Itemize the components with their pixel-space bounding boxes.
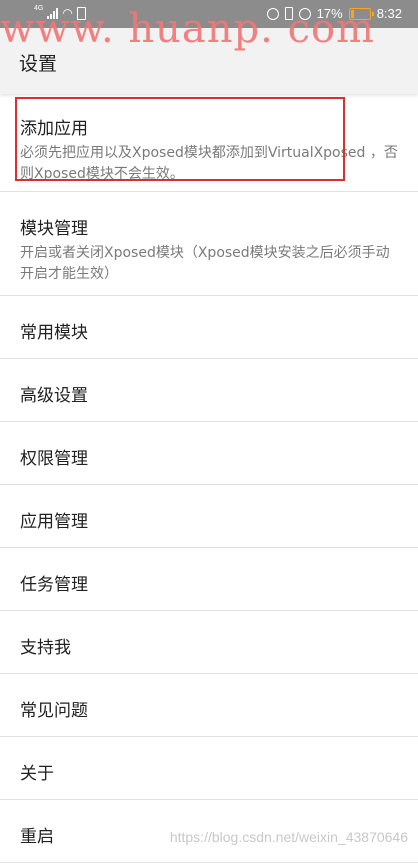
status-bar: 4G ◠ 17% 8:32 bbox=[0, 0, 418, 28]
setting-about[interactable]: 关于 bbox=[0, 737, 418, 800]
alarm-icon bbox=[266, 7, 279, 20]
setting-title: 模块管理 bbox=[20, 219, 88, 239]
wifi-icon: ◠ bbox=[62, 6, 73, 20]
setting-faq[interactable]: 常见问题 bbox=[0, 674, 418, 737]
status-right: 17% 8:32 bbox=[266, 6, 402, 21]
setting-label: 重启 bbox=[20, 827, 54, 847]
signal-icon bbox=[47, 7, 59, 19]
credit-watermark: https://blog.csdn.net/weixin_43870646 bbox=[169, 829, 408, 845]
clock: 8:32 bbox=[376, 6, 402, 21]
page-title: 设置 bbox=[19, 53, 58, 75]
setting-add-app[interactable]: 添加应用 必须先把应用以及Xposed模块都添加到VirtualXposed ，… bbox=[0, 96, 418, 192]
battery-percent: 17% bbox=[316, 6, 343, 21]
setting-description: 必须先把应用以及Xposed模块都添加到VirtualXposed ，否则Xpo… bbox=[20, 145, 398, 182]
setting-task-manage[interactable]: 任务管理 bbox=[0, 548, 418, 611]
setting-label: 支持我 bbox=[20, 638, 71, 658]
setting-label: 应用管理 bbox=[20, 512, 88, 532]
settings-list: 添加应用 必须先把应用以及Xposed模块都添加到VirtualXposed ，… bbox=[0, 96, 418, 863]
setting-module-manage[interactable]: 模块管理 开启或者关闭Xposed模块（Xposed模块安装之后必须手动开启才能… bbox=[0, 192, 418, 296]
setting-support[interactable]: 支持我 bbox=[0, 611, 418, 674]
setting-label: 关于 bbox=[20, 764, 54, 784]
setting-label: 高级设置 bbox=[20, 386, 88, 406]
status-left: 4G ◠ bbox=[34, 4, 86, 20]
vibrate-icon bbox=[284, 7, 293, 20]
setting-advanced[interactable]: 高级设置 bbox=[0, 359, 418, 422]
setting-title: 添加应用 bbox=[20, 119, 88, 139]
rotation-icon bbox=[298, 7, 311, 20]
setting-app-manage[interactable]: 应用管理 bbox=[0, 485, 418, 548]
setting-description: 开启或者关闭Xposed模块（Xposed模块安装之后必须手动开启才能生效） bbox=[20, 245, 390, 282]
setting-label: 常用模块 bbox=[20, 323, 88, 343]
sim-icon bbox=[76, 6, 86, 20]
battery-icon bbox=[348, 7, 374, 20]
setting-common-modules[interactable]: 常用模块 bbox=[0, 296, 418, 359]
setting-label: 权限管理 bbox=[20, 449, 88, 469]
app-header: 设置 bbox=[0, 28, 418, 94]
battery-fill bbox=[350, 9, 355, 18]
setting-label: 常见问题 bbox=[20, 701, 88, 721]
setting-label: 任务管理 bbox=[20, 575, 88, 595]
network-type: 4G bbox=[34, 4, 44, 12]
setting-permissions[interactable]: 权限管理 bbox=[0, 422, 418, 485]
